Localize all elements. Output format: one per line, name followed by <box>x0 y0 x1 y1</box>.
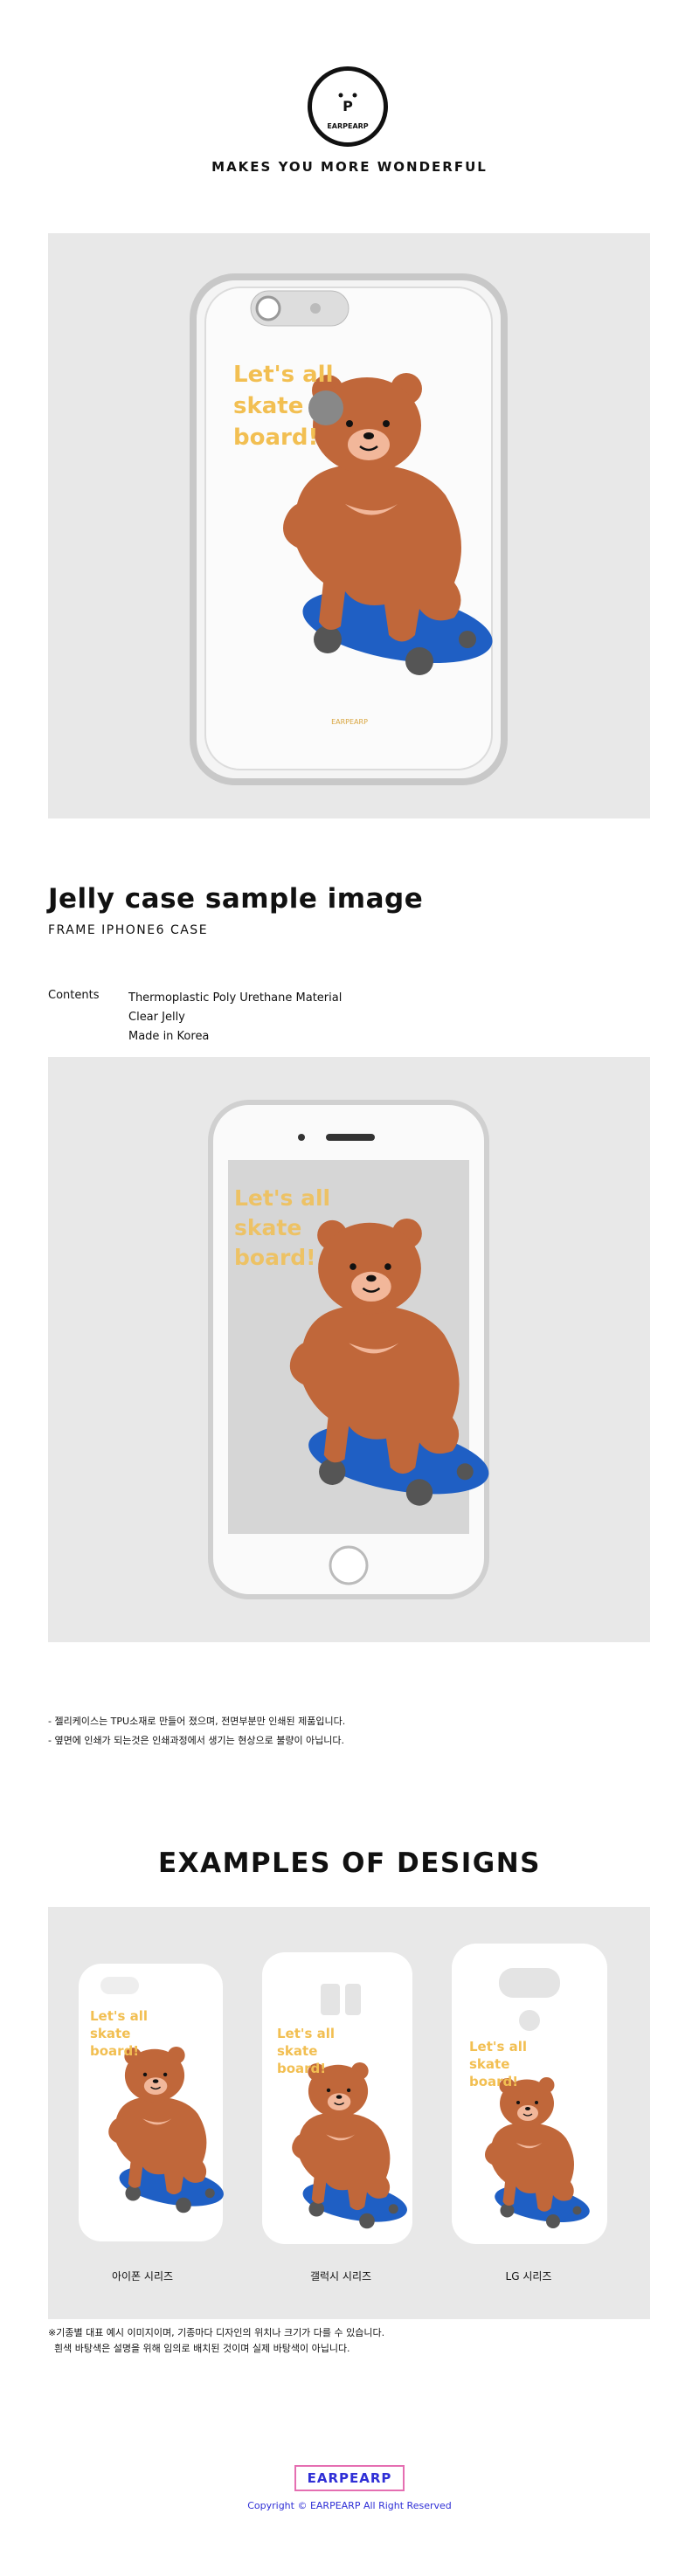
contents-list: Thermoplastic Poly Urethane Material Cle… <box>128 989 342 1046</box>
product-subtitle: FRAME IPHONE6 CASE <box>48 923 209 937</box>
slogan-line-2: skate <box>233 393 303 419</box>
contents-line: Thermoplastic Poly Urethane Material <box>128 991 343 1005</box>
slogan-line-1: Let's all <box>277 2026 335 2041</box>
variant-label-iphone: 아이폰 시리즈 <box>111 2270 174 2282</box>
variant-label-lg: LG 시리즈 <box>505 2270 552 2282</box>
phone-in-case-illustration: Let's all skate board! <box>208 1100 495 1599</box>
product-title: Jelly case sample image <box>48 883 424 915</box>
slogan-line-3: board! <box>233 425 318 451</box>
slogan-line-3: board! <box>234 1245 316 1270</box>
contents-line: Clear Jelly <box>128 1011 185 1024</box>
footer-brand-logo: EARPEARP <box>294 2465 405 2491</box>
slogan-line-2: skate <box>234 1215 301 1240</box>
case-brand-tag: EARPEARP <box>331 718 368 726</box>
clear-case-back-illustration: Let's all skate board! EARPEARP <box>190 273 508 785</box>
contents-line: Made in Korea <box>128 1030 210 1043</box>
notes: - 젤리케이스는 TPU소재로 만들어 졌으며, 전면부분만 인쇄된 제품입니다… <box>48 1712 345 1751</box>
footnote-line: ※기종별 대표 예시 이미지이며, 기종마다 디자인의 위치나 크기가 다를 수… <box>48 2327 385 2338</box>
slogan-line-1: Let's all <box>234 1185 330 1211</box>
case-front-photo-panel: Let's all skate board! <box>48 1057 650 1642</box>
design-variants-illustration: Let's all skate board! Let's all skate b… <box>79 1944 607 2244</box>
slogan-line-2: skate <box>90 2026 130 2041</box>
footnote: ※기종별 대표 예시 이미지이며, 기종마다 디자인의 위치나 크기가 다를 수… <box>48 2325 384 2357</box>
case-back-photo-panel: Let's all skate board! EARPEARP <box>48 233 650 818</box>
footnote-line: 흰색 바탕색은 설명을 위해 임의로 배치된 것이며 실제 바탕색이 아닙니다. <box>48 2343 350 2354</box>
slogan-line-1: Let's all <box>469 2039 527 2055</box>
examples-title: EXAMPLES OF DESIGNS <box>158 1847 541 1879</box>
slogan-line-3: board! <box>469 2074 518 2089</box>
slogan-line-3: board! <box>90 2043 139 2059</box>
logo-ring-text: EARPEARP <box>327 122 368 130</box>
tagline: MAKES YOU MORE WONDERFUL <box>211 159 488 175</box>
copyright-text: Copyright © EARPEARP All Right Reserved <box>247 2500 452 2511</box>
variant-label-galaxy: 갤럭시 시리즈 <box>309 2270 372 2282</box>
slogan-line-2: skate <box>277 2043 317 2059</box>
note-line: - 젤리케이스는 TPU소재로 만들어 졌으며, 전면부분만 인쇄된 제품입니다… <box>48 1716 346 1727</box>
slogan-line-3: board! <box>277 2061 326 2076</box>
brand-logo: P EARPEARP <box>308 66 388 147</box>
smiley-logo-icon: P EARPEARP <box>327 93 369 130</box>
logo-letter: P <box>343 98 353 114</box>
slogan-line-1: Let's all <box>90 2008 148 2024</box>
contents-label: Contents <box>48 989 100 1002</box>
slogan-line-2: skate <box>469 2056 509 2072</box>
examples-panel: Let's all skate board! Let's all skate b… <box>48 1907 650 2319</box>
note-line: - 옆면에 인쇄가 되는것은 인쇄과정에서 생기는 현상으로 불량이 아닙니다. <box>48 1735 345 1746</box>
slogan-line-1: Let's all <box>233 362 334 388</box>
